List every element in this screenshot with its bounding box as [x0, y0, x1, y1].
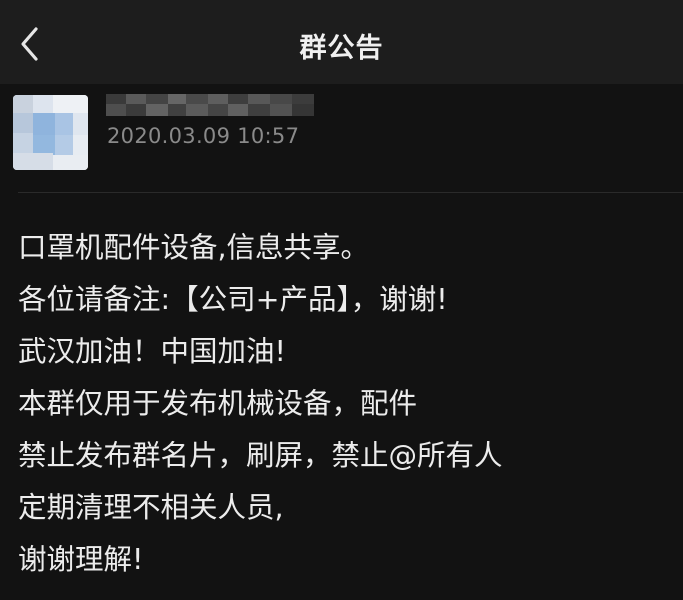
author-row: 2020.03.09 10:57: [0, 84, 683, 192]
divider: [18, 192, 683, 193]
page-title: 群公告: [299, 33, 384, 64]
announcement-body: 口罩机配件设备,信息共享。 各位请备注:【公司+产品】，谢谢! 武汉加油！中国加…: [18, 222, 678, 586]
post-timestamp: 2020.03.09 10:57: [107, 124, 300, 148]
author-name: [106, 94, 314, 116]
announcement-line: 武汉加油！中国加油!: [18, 335, 286, 368]
announcement-line: 谢谢理解!: [18, 543, 144, 576]
announcement-line: 禁止发布群名片，刷屏，禁止@所有人: [18, 439, 503, 472]
announcement-content: 2020.03.09 10:57 口罩机配件设备,信息共享。 各位请备注:【公司…: [0, 84, 683, 600]
announcement-line: 各位请备注:【公司+产品】，谢谢!: [18, 283, 448, 316]
announcement-line: 本群仅用于发布机械设备，配件: [18, 387, 418, 420]
avatar[interactable]: [13, 95, 88, 170]
announcement-line: 定期清理不相关人员,: [18, 491, 284, 524]
announcement-line: 口罩机配件设备,信息共享。: [18, 231, 370, 264]
navigation-bar: 群公告: [0, 0, 683, 84]
